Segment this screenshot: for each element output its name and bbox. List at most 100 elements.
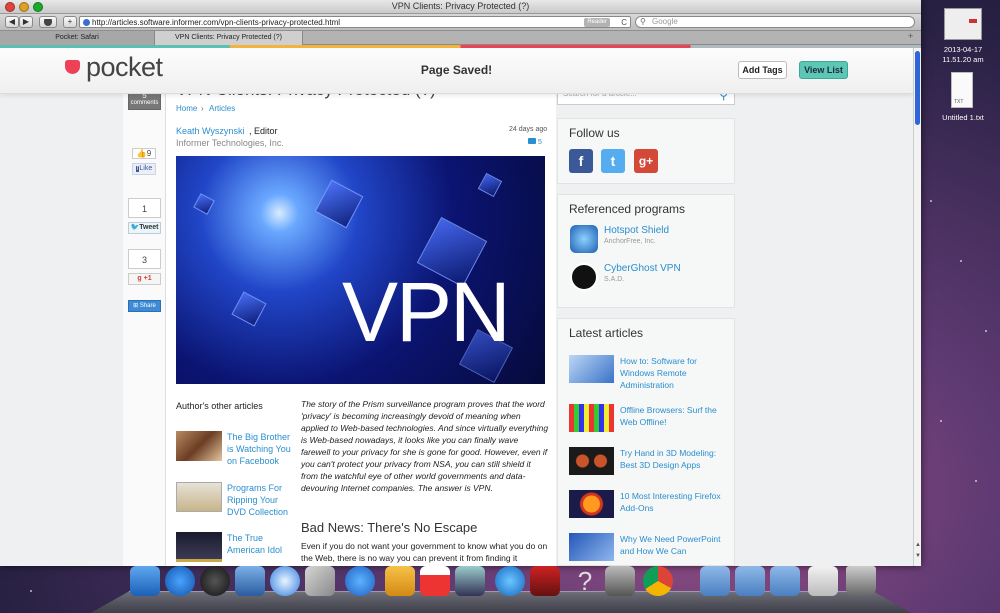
cube-shape xyxy=(477,172,503,198)
facetime-icon[interactable] xyxy=(345,566,375,596)
gplus-widget: 3 g +1 xyxy=(128,249,161,291)
referenced-programs-widget: Referenced programs Hotspot Shield Ancho… xyxy=(557,194,735,308)
scroll-down-arrow[interactable]: ▼ xyxy=(915,553,921,559)
toolbar: ◀ ▶ + http://articles.software.informer.… xyxy=(0,14,921,31)
back-button[interactable]: ◀ xyxy=(5,16,19,28)
like-button[interactable]: fLike xyxy=(132,163,156,175)
scroll-up-arrow[interactable]: ▲ xyxy=(915,542,921,548)
latest-article-title[interactable]: How to: Software for Windows Remote Admi… xyxy=(620,355,725,391)
latest-thumbnail[interactable] xyxy=(569,355,614,383)
program-name[interactable]: Hotspot Shield xyxy=(604,225,669,236)
latest-article-title[interactable]: Try Hand in 3D Modeling: Best 3D Design … xyxy=(620,447,725,471)
tweet-count: 1 xyxy=(128,198,161,218)
program-name[interactable]: CyberGhost VPN xyxy=(604,263,681,274)
app-store-icon[interactable] xyxy=(165,566,195,596)
vertical-scrollbar[interactable]: ▲ ▼ xyxy=(913,48,921,566)
pocket-icon xyxy=(44,19,52,26)
related-thumbnail[interactable] xyxy=(176,431,222,461)
twitter-icon[interactable]: t xyxy=(601,149,625,173)
add-tags-button[interactable]: Add Tags xyxy=(738,61,787,79)
help-icon[interactable]: ? xyxy=(570,566,600,596)
comment-count-link[interactable]: 5 xyxy=(528,138,542,146)
latest-thumbnail[interactable] xyxy=(569,490,614,518)
related-article[interactable]: The Big Brother is Watching You on Faceb… xyxy=(176,431,296,475)
pocket-bar: pocket Page Saved! Add Tags View List xyxy=(0,48,913,94)
author-other-articles-heading: Author's other articles xyxy=(176,401,263,411)
clock-date: 2013-04-17 xyxy=(943,45,983,54)
referenced-programs-title: Referenced programs xyxy=(569,202,686,216)
file-name-label[interactable]: Untitled 1.txt xyxy=(928,113,998,122)
scroll-thumb[interactable] xyxy=(915,51,920,125)
author-company: Informer Technologies, Inc. xyxy=(176,138,284,148)
latest-article-title[interactable]: 10 Most Interesting Firefox Add-Ons xyxy=(620,490,725,514)
calendar-icon[interactable] xyxy=(420,566,450,596)
photo-booth-icon[interactable] xyxy=(530,566,560,596)
pocket-extension-button[interactable] xyxy=(39,16,57,28)
dashboard-icon[interactable] xyxy=(200,566,230,596)
author-role: , Editor xyxy=(249,126,278,136)
latest-article-title[interactable]: Why We Need PowerPoint and How We Can xyxy=(620,533,725,557)
facebook-icon[interactable]: f xyxy=(569,149,593,173)
hero-image: VPN xyxy=(176,156,545,384)
tab-bar: Pocket: Safari VPN Clients: Privacy Prot… xyxy=(0,31,921,45)
mail-icon[interactable] xyxy=(235,566,265,596)
related-title[interactable]: The Big Brother is Watching You on Faceb… xyxy=(227,431,299,467)
add-bookmark-button[interactable]: + xyxy=(63,16,77,28)
author-link[interactable]: Keath Wyszynski xyxy=(176,126,244,136)
tab-pocket-safari[interactable]: Pocket: Safari xyxy=(0,31,155,45)
photos-icon[interactable] xyxy=(455,566,485,596)
title-bar: VPN Clients: Privacy Protected (?) xyxy=(0,0,921,14)
cyberghost-icon[interactable] xyxy=(570,263,598,291)
globe-icon xyxy=(83,19,90,26)
latest-article-title[interactable]: Offline Browsers: Surf the Web Offline! xyxy=(620,404,725,428)
tweet-button[interactable]: 🐦Tweet xyxy=(128,222,161,234)
safari-icon[interactable] xyxy=(270,566,300,596)
documents-folder-icon[interactable] xyxy=(735,566,765,596)
star xyxy=(930,200,932,202)
itunes-icon[interactable] xyxy=(495,566,525,596)
txt-file-icon[interactable]: TXT xyxy=(951,72,973,108)
applications-folder-icon[interactable] xyxy=(700,566,730,596)
related-title[interactable]: Programs For Ripping Your DVD Collection xyxy=(227,482,299,518)
tab-vpn-clients[interactable]: VPN Clients: Privacy Protected (?) xyxy=(155,31,303,45)
share-button[interactable]: ⊞ Share xyxy=(128,300,161,312)
contacts-icon[interactable] xyxy=(385,566,415,596)
gplus-count: 3 xyxy=(128,249,161,269)
gplus-button[interactable]: g +1 xyxy=(128,273,161,285)
related-title[interactable]: The True American Idol xyxy=(227,532,299,556)
latest-thumbnail[interactable] xyxy=(569,447,614,475)
related-article[interactable]: Programs For Ripping Your DVD Collection xyxy=(176,482,296,526)
search-field[interactable]: ⚲ Google xyxy=(635,16,915,28)
reload-icon[interactable]: C xyxy=(621,17,627,28)
document-window-thumbnail[interactable] xyxy=(944,8,982,40)
related-thumbnail[interactable] xyxy=(176,482,222,512)
tweet-widget: 1 🐦Tweet xyxy=(128,198,161,240)
breadcrumb-home[interactable]: Home xyxy=(176,104,197,113)
address-field[interactable]: http://articles.software.informer.com/vp… xyxy=(79,16,631,28)
hotspot-shield-icon[interactable] xyxy=(570,225,598,253)
system-preferences-icon[interactable] xyxy=(605,566,635,596)
pages-icon[interactable] xyxy=(305,566,335,596)
related-thumbnail[interactable] xyxy=(176,532,222,562)
section-heading: Bad News: There's No Escape xyxy=(301,520,478,535)
star xyxy=(975,480,977,482)
stack-icon[interactable] xyxy=(808,566,838,596)
article-main: VPN Clients: Privacy Protected (?) Home … xyxy=(166,80,556,566)
reader-button[interactable]: Reader xyxy=(584,18,610,27)
clock-time: 11.51.20 am xyxy=(942,55,984,64)
new-tab-button[interactable]: + xyxy=(908,31,913,41)
breadcrumb-articles[interactable]: Articles xyxy=(209,104,235,113)
plus-icon: ⊞ xyxy=(133,303,139,309)
trash-icon[interactable] xyxy=(846,566,876,596)
latest-thumbnail[interactable] xyxy=(569,404,614,432)
downloads-folder-icon[interactable] xyxy=(770,566,800,596)
forward-button[interactable]: ▶ xyxy=(19,16,33,28)
google-plus-icon[interactable]: g+ xyxy=(634,149,658,173)
latest-thumbnail[interactable] xyxy=(569,533,614,561)
chrome-icon[interactable] xyxy=(643,566,673,596)
twitter-bird-icon: 🐦 xyxy=(130,224,140,231)
view-list-button[interactable]: View List xyxy=(799,61,848,79)
related-article[interactable]: The True American Idol xyxy=(176,532,296,566)
finder-icon[interactable] xyxy=(130,566,160,596)
share-rail: 5 comments 👍9 fLike 1 🐦Tweet 3 g +1 ⊞ Sh… xyxy=(123,72,166,566)
